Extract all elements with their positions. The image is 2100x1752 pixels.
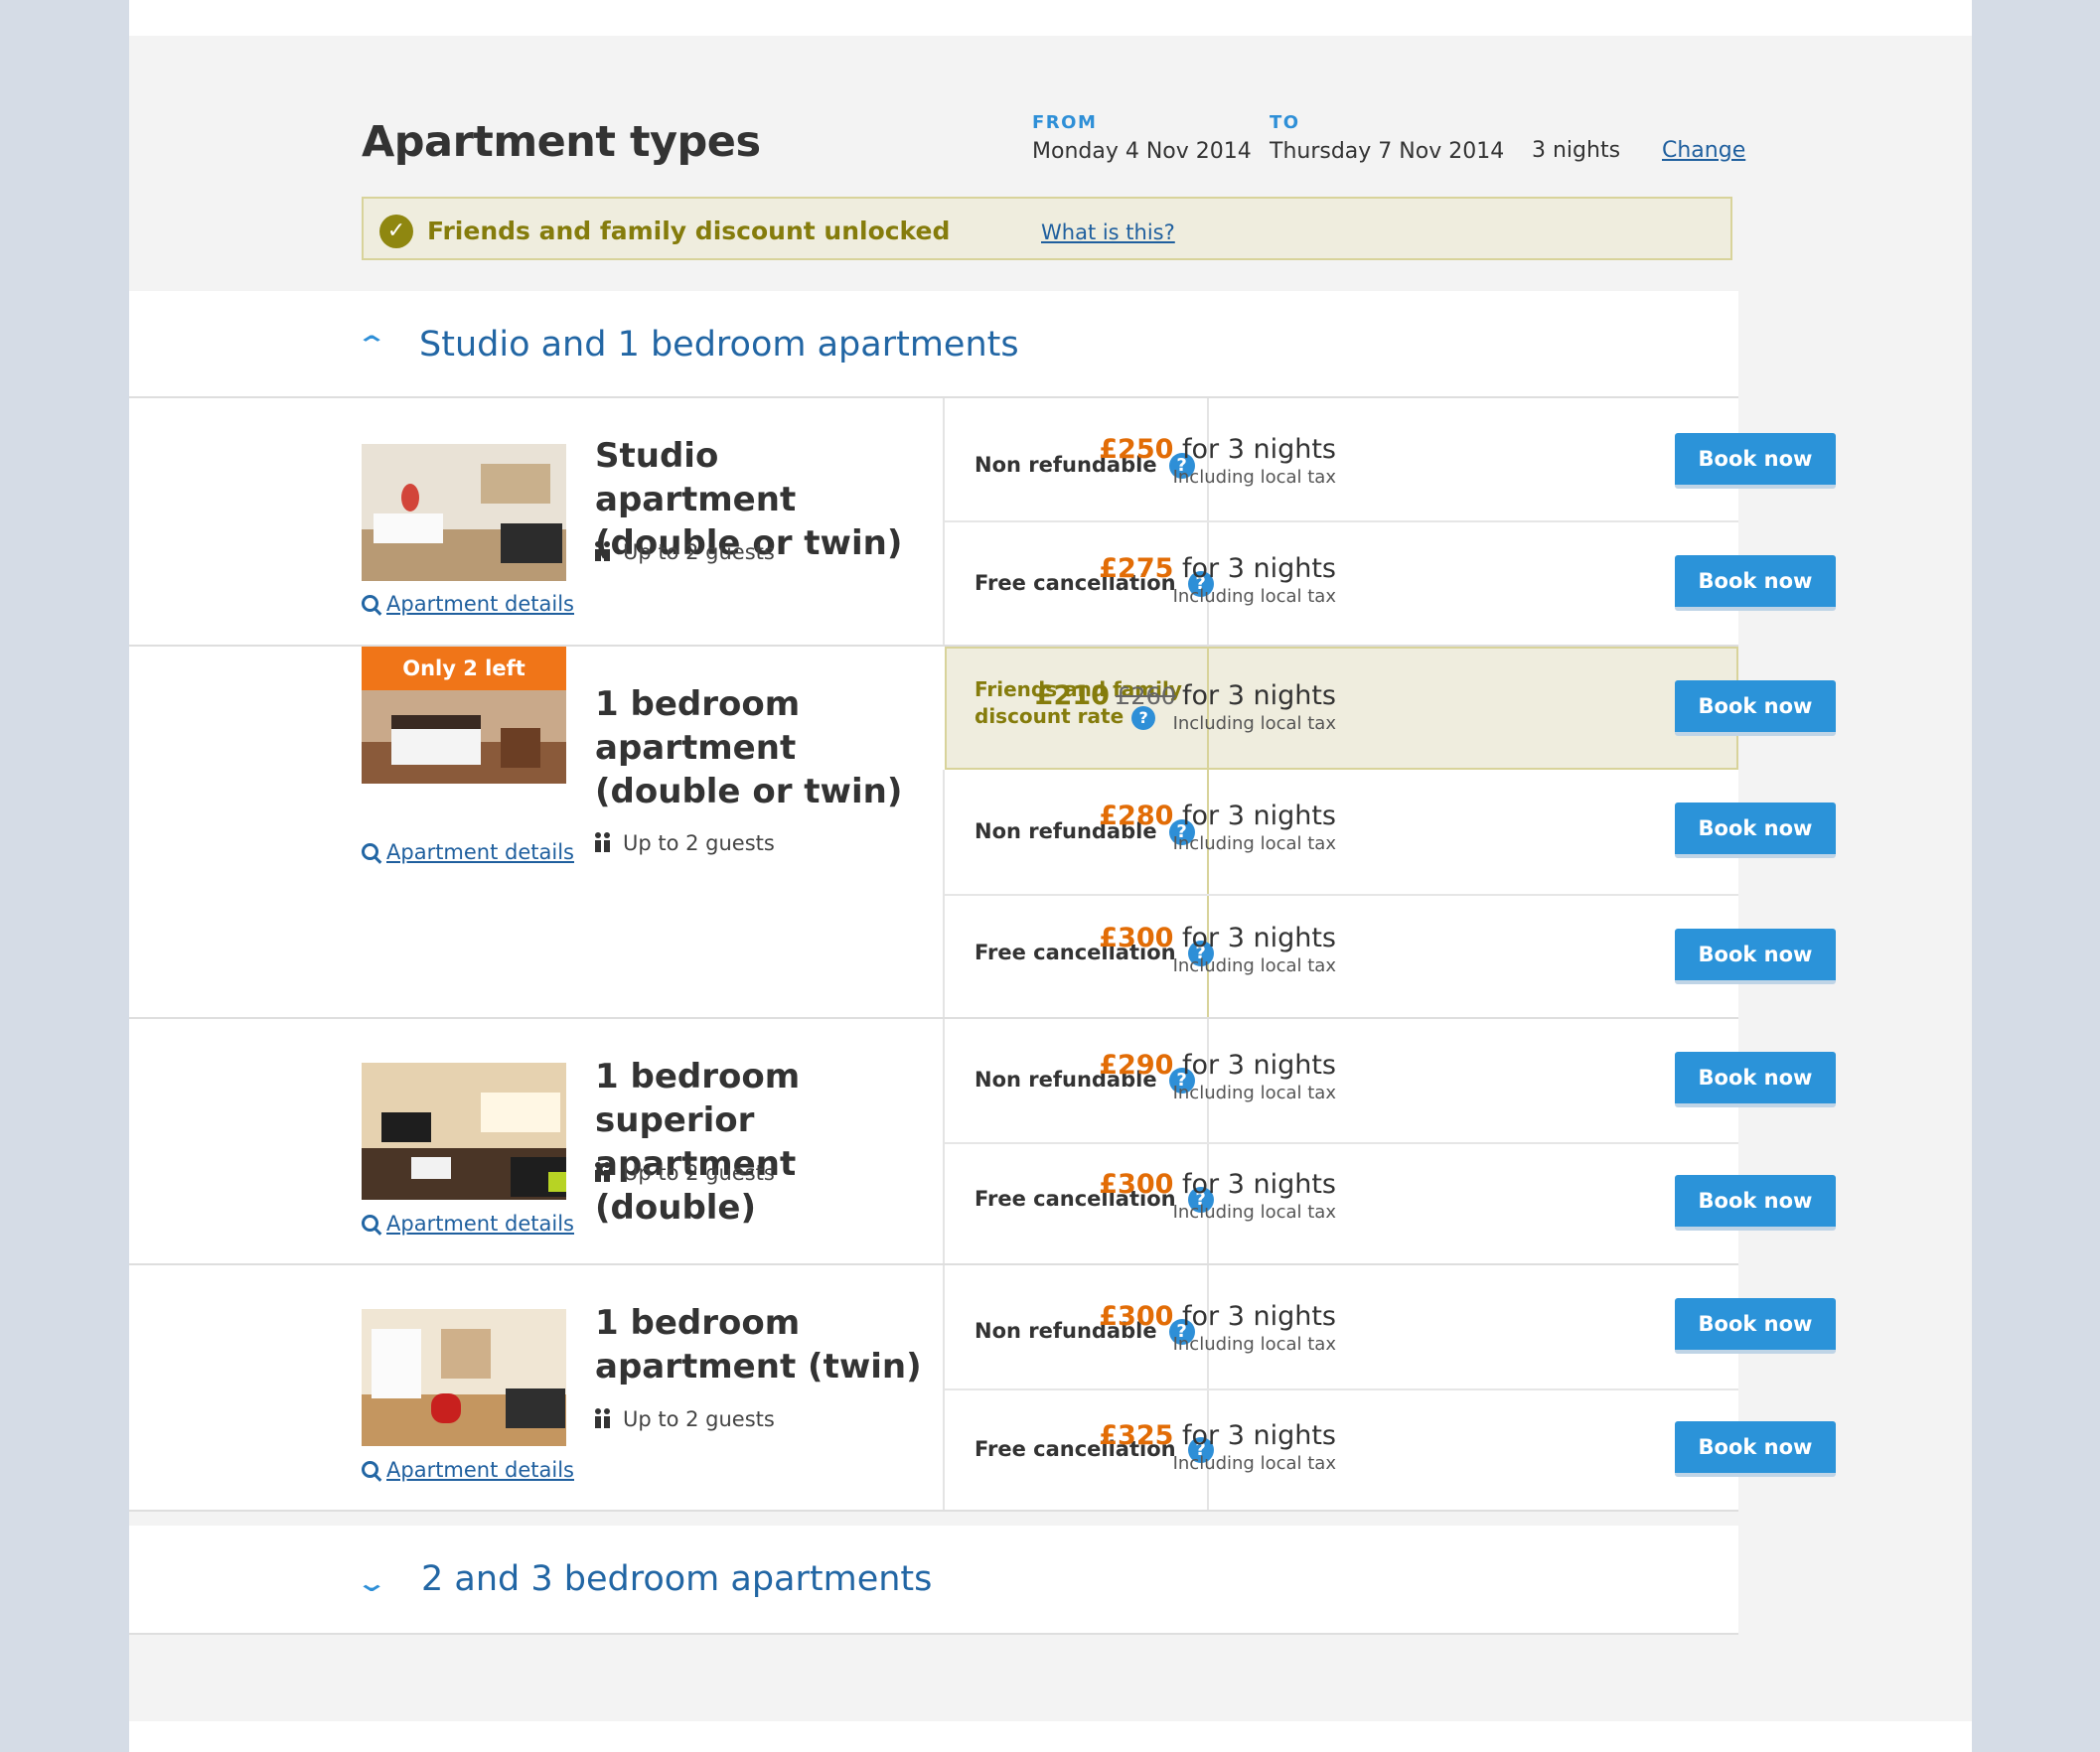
room-1bed-superior: Apartment details 1 bedroom superior apa… [129, 1019, 1836, 1265]
price-amount: £290 [1099, 1050, 1174, 1081]
section-title: 2 and 3 bedroom apartments [421, 1559, 933, 1599]
room-studio: Apartment details Studio apartment (doub… [129, 398, 1836, 647]
top-strip [129, 0, 1972, 36]
what-is-this-link[interactable]: What is this? [1041, 220, 1175, 244]
to-date: TO Thursday 7 Nov 2014 [1270, 112, 1504, 164]
room-1bed-double-twin: Only 2 left Apartment details 1 bedroom … [129, 647, 1836, 1019]
column-divider [943, 1265, 945, 1510]
chevron-up-icon: ⌃ [355, 331, 388, 359]
tax-note: Including local tax [1172, 1334, 1336, 1355]
price-amount: £280 [1099, 801, 1174, 831]
room-name: 1 bedroom apartment (double or twin) [595, 684, 903, 811]
rate-price: £325 for 3 nights Including local tax [1099, 1420, 1336, 1474]
room-photo [362, 444, 566, 581]
page: Apartment types FROM Monday 4 Nov 2014 T… [129, 0, 1972, 1752]
check-icon: ✓ [379, 215, 413, 248]
tax-note: Including local tax [1172, 467, 1336, 488]
bottom-strip [129, 1721, 1972, 1752]
price-amount: £275 [1099, 553, 1174, 584]
apartment-details-link[interactable]: Apartment details [362, 1212, 574, 1236]
guests-icon [595, 1162, 611, 1182]
rate-price: £300 for 3 nights Including local tax [1099, 1301, 1336, 1355]
tax-note: Including local tax [1172, 1083, 1336, 1103]
book-now-button[interactable]: Book now [1675, 1421, 1836, 1477]
tax-note: Including local tax [1172, 1202, 1336, 1223]
section-2-3bed-header[interactable]: ⌄ 2 and 3 bedroom apartments [129, 1526, 1738, 1635]
row-divider [945, 1388, 1738, 1390]
book-now-button[interactable]: Book now [1675, 433, 1836, 489]
section-title: Studio and 1 bedroom apartments [419, 325, 1019, 365]
book-now-button[interactable]: Book now [1675, 555, 1836, 611]
book-now-button[interactable]: Book now [1675, 929, 1836, 984]
column-divider [943, 1019, 945, 1263]
price-amount: £250 [1099, 434, 1174, 465]
book-now-button[interactable]: Book now [1675, 1175, 1836, 1231]
book-now-button[interactable]: Book now [1675, 680, 1836, 736]
rate-price: £210 £260 for 3 nights Including local tax [1034, 680, 1336, 734]
guests-icon [595, 1408, 611, 1428]
magnifier-icon [362, 843, 378, 860]
tax-note: Including local tax [1172, 586, 1336, 607]
price-amount: £325 [1099, 1420, 1174, 1451]
apartment-details-link[interactable]: Apartment details [362, 1458, 574, 1482]
section-studio-1bed-header[interactable]: ⌃ Studio and 1 bedroom apartments [129, 291, 1738, 398]
guest-capacity: Up to 2 guests [595, 1407, 775, 1431]
guest-capacity: Up to 2 guests [595, 1161, 775, 1185]
price-amount: £300 [1099, 923, 1174, 953]
room-photo [362, 690, 566, 784]
price-amount: £300 [1099, 1169, 1174, 1200]
book-now-button[interactable]: Book now [1675, 803, 1836, 858]
change-dates-link[interactable]: Change [1662, 138, 1745, 163]
tax-note: Including local tax [1172, 713, 1336, 734]
room-name: 1 bedroom superior apartment (double) [595, 1057, 801, 1228]
from-date: FROM Monday 4 Nov 2014 [1032, 112, 1252, 164]
rate-price: £300 for 3 nights Including local tax [1099, 923, 1336, 976]
guests-icon [595, 832, 611, 852]
book-now-button[interactable]: Book now [1675, 1298, 1836, 1354]
chevron-down-icon: ⌄ [355, 1569, 388, 1597]
tax-note: Including local tax [1172, 955, 1336, 976]
original-price: £260 [1115, 682, 1176, 710]
tax-note: Including local tax [1172, 833, 1336, 854]
row-divider [945, 894, 1738, 896]
to-value: Thursday 7 Nov 2014 [1270, 139, 1505, 164]
room-photo [362, 1063, 566, 1200]
guest-capacity: Up to 2 guests [595, 831, 775, 855]
rate-price: £275 for 3 nights Including local tax [1099, 553, 1336, 607]
row-divider [945, 1142, 1738, 1144]
nights-count: 3 nights [1532, 138, 1621, 163]
price-amount: £300 [1099, 1301, 1174, 1332]
page-title: Apartment types [362, 117, 761, 167]
rate-price: £300 for 3 nights Including local tax [1099, 1169, 1336, 1223]
guests-icon [595, 541, 611, 561]
discount-message: Friends and family discount unlocked [427, 217, 951, 245]
magnifier-icon [362, 1215, 378, 1232]
apartment-details-link[interactable]: Apartment details [362, 592, 574, 616]
magnifier-icon [362, 595, 378, 612]
rate-price: £290 for 3 nights Including local tax [1099, 1050, 1336, 1103]
price-amount: £210 [1034, 680, 1110, 711]
row-divider [945, 520, 1738, 522]
from-value: Monday 4 Nov 2014 [1032, 139, 1252, 164]
rate-price: £250 for 3 nights Including local tax [1099, 434, 1336, 488]
book-now-button[interactable]: Book now [1675, 1052, 1836, 1107]
magnifier-icon [362, 1461, 378, 1478]
availability-badge: Only 2 left [362, 647, 566, 690]
room-name: 1 bedroom apartment (twin) [595, 1303, 922, 1387]
from-label: FROM [1032, 112, 1098, 133]
room-photo [362, 1309, 566, 1446]
to-label: TO [1270, 112, 1300, 133]
tax-note: Including local tax [1172, 1453, 1336, 1474]
discount-banner: ✓ Friends and family discount unlocked W… [362, 197, 1732, 260]
room-1bed-twin: Apartment details 1 bedroom apartment (t… [129, 1265, 1836, 1512]
guest-capacity: Up to 2 guests [595, 540, 775, 564]
apartment-details-link[interactable]: Apartment details [362, 840, 574, 864]
rate-price: £280 for 3 nights Including local tax [1099, 801, 1336, 854]
